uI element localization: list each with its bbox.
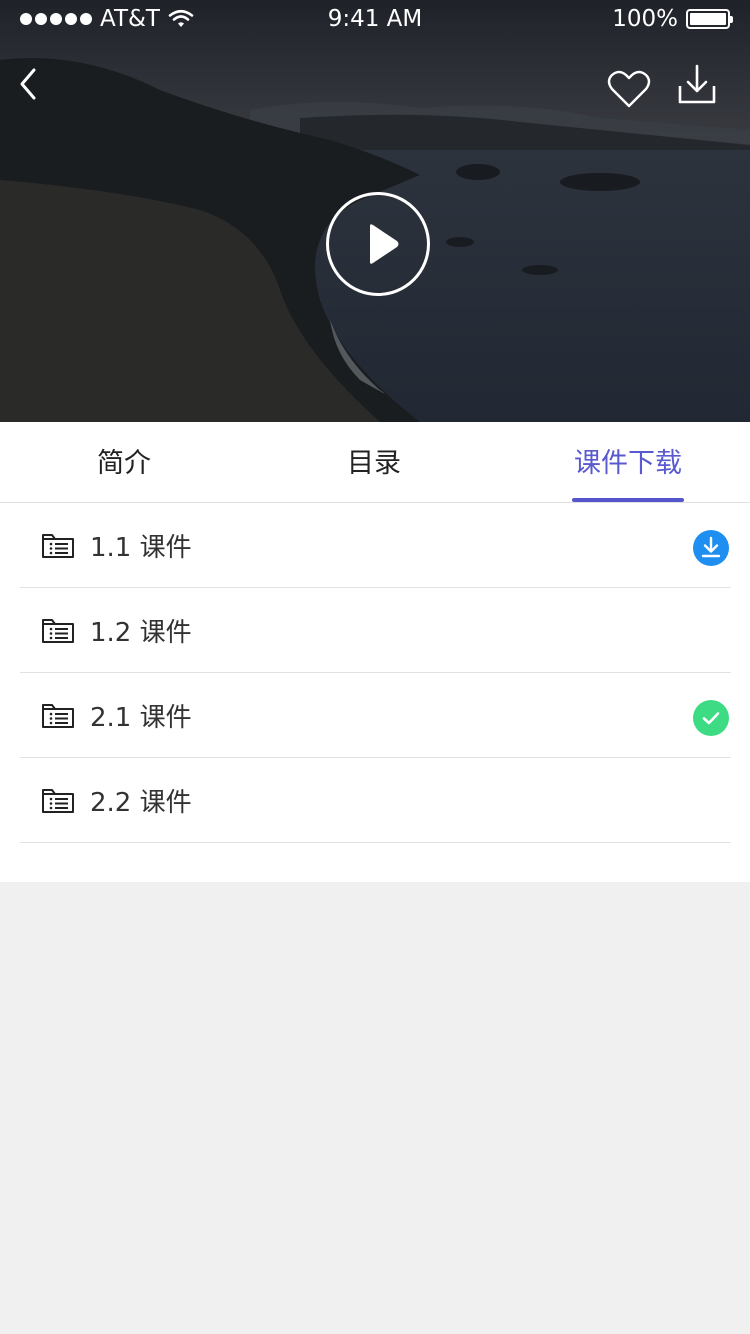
- list-item[interactable]: 2.2 课件: [20, 758, 731, 843]
- video-player[interactable]: AT&T 9:41 AM 100%: [0, 0, 750, 422]
- folder-list-icon: [42, 619, 74, 643]
- courseware-title: 1.1 课件: [90, 533, 192, 563]
- battery-icon: [686, 9, 733, 29]
- courseware-title: 2.1 课件: [90, 703, 192, 733]
- courseware-title: 1.2 课件: [90, 618, 192, 648]
- folder-list-icon: [42, 789, 74, 813]
- status-right: 100%: [612, 6, 733, 32]
- tab-intro[interactable]: 简介: [64, 422, 184, 502]
- favorite-button[interactable]: [606, 68, 652, 110]
- back-button[interactable]: [12, 62, 48, 106]
- battery-percentage: 100%: [612, 6, 678, 32]
- heart-outline-icon: [607, 70, 651, 108]
- courseware-title: 2.2 课件: [90, 788, 192, 818]
- tab-bar: 简介 目录 课件下载: [0, 422, 750, 503]
- app-root: AT&T 9:41 AM 100% 简介 目录 课件下载 1.1 课件 1.2 …: [0, 0, 750, 1334]
- play-icon: [370, 224, 399, 264]
- list-item[interactable]: 2.1 课件: [20, 673, 731, 758]
- chevron-left-icon: [20, 68, 36, 100]
- active-tab-indicator: [572, 498, 684, 502]
- check-circle-icon: [693, 700, 729, 736]
- list-item[interactable]: 1.1 课件: [20, 503, 731, 588]
- folder-list-icon: [42, 534, 74, 558]
- play-button[interactable]: [326, 192, 430, 296]
- download-tray-icon: [678, 64, 716, 104]
- download-circle-icon[interactable]: [693, 530, 729, 566]
- folder-list-icon: [42, 704, 74, 728]
- tab-courseware-download[interactable]: 课件下载: [566, 422, 690, 502]
- tab-catalog[interactable]: 目录: [314, 422, 434, 502]
- courseware-list: 1.1 课件 1.2 课件 2.1 课件 2.2 课件: [0, 503, 750, 882]
- list-item[interactable]: 1.2 课件: [20, 588, 731, 673]
- status-bar: AT&T 9:41 AM 100%: [0, 0, 750, 40]
- download-button[interactable]: [676, 64, 718, 106]
